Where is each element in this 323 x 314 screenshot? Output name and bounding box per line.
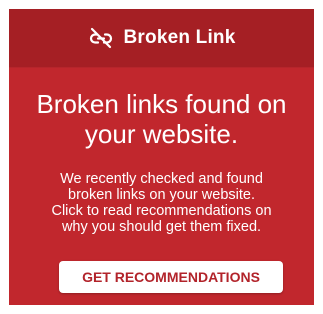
get-recommendations-button[interactable]: GET RECOMMENDATIONS xyxy=(59,261,283,293)
header-title: Broken Link xyxy=(123,27,236,48)
card-header: Broken Link xyxy=(9,9,314,68)
broken-link-card: Broken Link Broken links found on your w… xyxy=(9,9,314,305)
broken-link-icon xyxy=(88,25,114,51)
headline: Broken links found on your website. xyxy=(36,89,287,149)
body-text: We recently checked and found broken lin… xyxy=(51,171,272,235)
